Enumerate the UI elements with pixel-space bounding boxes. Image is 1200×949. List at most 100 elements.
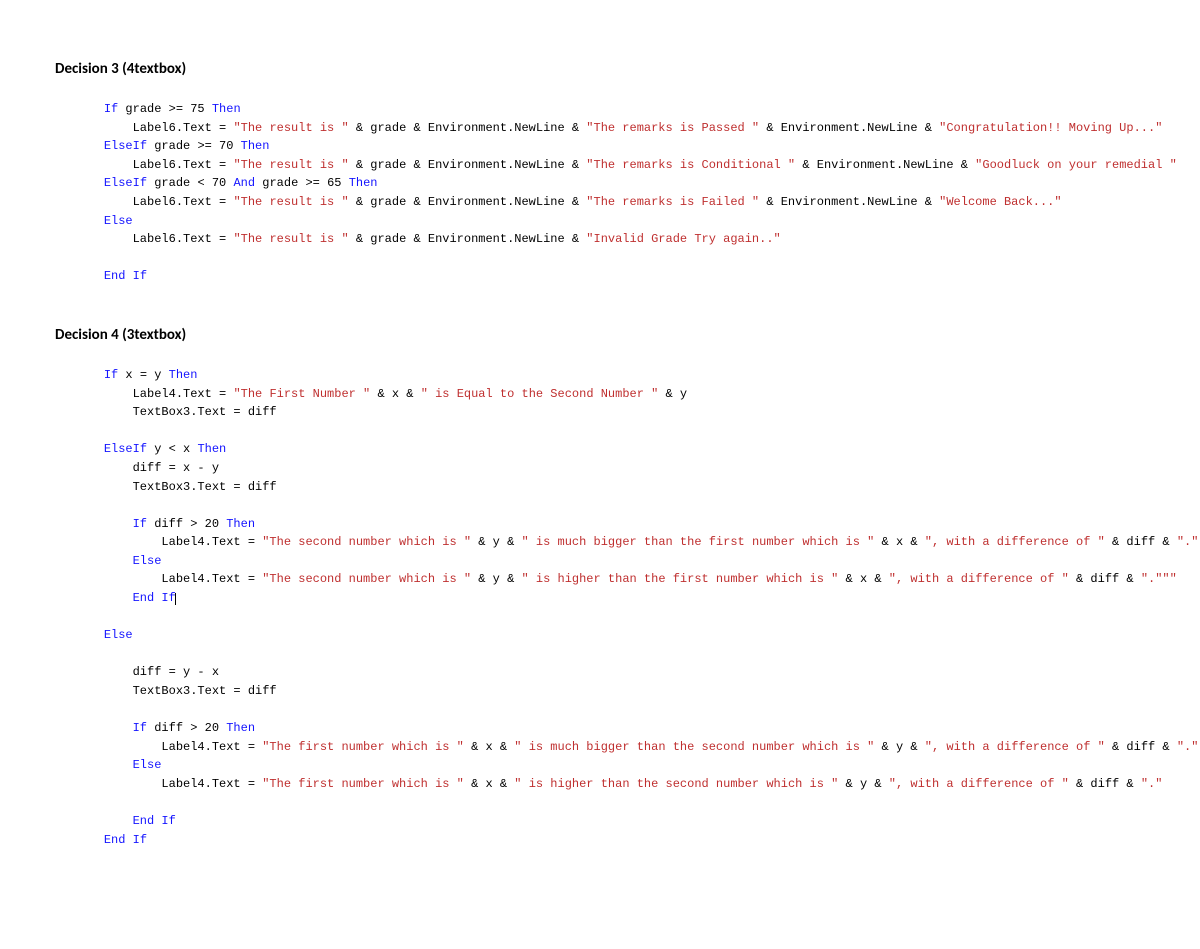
cond: grade >= 70 <box>147 139 241 153</box>
plain: & y & <box>471 535 521 549</box>
plain: TextBox3.Text = diff <box>75 480 277 494</box>
plain: Label6.Text = <box>75 121 233 135</box>
kw-then: Then <box>197 442 226 456</box>
kw-endif: End If <box>133 591 176 605</box>
kw-then: Then <box>226 517 255 531</box>
kw-then: Then <box>169 368 198 382</box>
plain: & grade & Environment.NewLine & <box>349 121 587 135</box>
str: ", with a difference of " <box>889 572 1069 586</box>
str: "The remarks is Conditional " <box>586 158 795 172</box>
kw-endif: End If <box>104 269 147 283</box>
plain: & Environment.NewLine & <box>759 195 939 209</box>
str: " is higher than the first number which … <box>522 572 839 586</box>
str: ", with a difference of " <box>925 740 1105 754</box>
kw-then: Then <box>349 176 378 190</box>
cond: grade >= 65 <box>255 176 349 190</box>
plain: & diff & <box>1105 740 1177 754</box>
plain: TextBox3.Text = diff <box>75 684 277 698</box>
plain: Label6.Text = <box>75 232 233 246</box>
plain: Label4.Text = <box>75 740 262 754</box>
plain: & diff & <box>1105 535 1177 549</box>
plain: & x & <box>464 777 514 791</box>
str: " is much bigger than the first number w… <box>522 535 875 549</box>
plain: diff = x - y <box>75 461 219 475</box>
plain: Label4.Text = <box>75 535 262 549</box>
str: "The first number which is " <box>262 740 464 754</box>
kw-if: If <box>133 721 147 735</box>
plain: TextBox3.Text = diff <box>75 405 277 419</box>
kw-endif: End If <box>104 833 147 847</box>
str: "The result is " <box>233 158 348 172</box>
kw-elseif: ElseIf <box>104 442 147 456</box>
str: "The result is " <box>233 232 348 246</box>
str: "Goodluck on your remedial " <box>975 158 1177 172</box>
kw-if: If <box>133 517 147 531</box>
plain: & Environment.NewLine & <box>759 121 939 135</box>
str: "The remarks is Failed " <box>586 195 759 209</box>
str: ", with a difference of " <box>925 535 1105 549</box>
str: "The First Number " <box>233 387 370 401</box>
plain: diff = y - x <box>75 665 219 679</box>
str: "Welcome Back..." <box>939 195 1061 209</box>
cond: diff > 20 <box>147 721 226 735</box>
plain: Label4.Text = <box>75 572 262 586</box>
plain: & x & <box>838 572 888 586</box>
plain: & grade & Environment.NewLine & <box>349 158 587 172</box>
cond: grade >= 75 <box>118 102 212 116</box>
plain: Label6.Text = <box>75 195 233 209</box>
str: "." <box>1177 535 1199 549</box>
kw-else: Else <box>104 628 133 642</box>
cond: diff > 20 <box>147 517 226 531</box>
plain: & grade & Environment.NewLine & <box>349 232 587 246</box>
kw-then: Then <box>212 102 241 116</box>
plain: & grade & Environment.NewLine & <box>349 195 587 209</box>
plain: & x & <box>874 535 924 549</box>
kw-if: If <box>104 102 118 116</box>
heading-decision4: Decision 4 (3textbox) <box>55 326 1145 344</box>
kw-endif: End If <box>133 814 176 828</box>
kw-else: Else <box>133 758 162 772</box>
cond: y < x <box>147 442 197 456</box>
str: "The remarks is Passed " <box>586 121 759 135</box>
str: "Invalid Grade Try again.." <box>586 232 780 246</box>
plain: & diff & <box>1069 572 1141 586</box>
str: "The result is " <box>233 121 348 135</box>
kw-elseif: ElseIf <box>104 139 147 153</box>
text-cursor <box>175 593 176 605</box>
plain: & x & <box>464 740 514 754</box>
kw-else: Else <box>133 554 162 568</box>
plain: Label6.Text = <box>75 158 233 172</box>
kw-elseif: ElseIf <box>104 176 147 190</box>
str: "The result is " <box>233 195 348 209</box>
str: ", with a difference of " <box>889 777 1069 791</box>
kw-then: Then <box>241 139 270 153</box>
plain: & y & <box>471 572 521 586</box>
heading-decision3: Decision 3 (4textbox) <box>55 60 1145 78</box>
str: "." <box>1141 777 1163 791</box>
kw-then: Then <box>226 721 255 735</box>
plain: & x & <box>370 387 420 401</box>
cond: grade < 70 <box>147 176 233 190</box>
plain: & Environment.NewLine & <box>795 158 975 172</box>
str: "The second number which is " <box>262 535 471 549</box>
str: "Congratulation!! Moving Up..." <box>939 121 1162 135</box>
kw-if: If <box>104 368 118 382</box>
kw-and: And <box>233 176 255 190</box>
plain: Label4.Text = <box>75 777 262 791</box>
plain: & diff & <box>1069 777 1141 791</box>
plain: & y & <box>874 740 924 754</box>
plain: Label4.Text = <box>75 387 233 401</box>
str: " is much bigger than the second number … <box>514 740 874 754</box>
plain: & y & <box>838 777 888 791</box>
code-block-decision4: If x = y Then Label4.Text = "The First N… <box>75 366 1145 849</box>
plain: & y <box>658 387 687 401</box>
str: " is higher than the second number which… <box>514 777 838 791</box>
str: "." <box>1177 740 1199 754</box>
str: " is Equal to the Second Number " <box>421 387 659 401</box>
str: ".""" <box>1141 572 1177 586</box>
str: "The first number which is " <box>262 777 464 791</box>
kw-else: Else <box>104 214 133 228</box>
cond: x = y <box>118 368 168 382</box>
code-block-decision3: If grade >= 75 Then Label6.Text = "The r… <box>75 100 1145 286</box>
str: "The second number which is " <box>262 572 471 586</box>
